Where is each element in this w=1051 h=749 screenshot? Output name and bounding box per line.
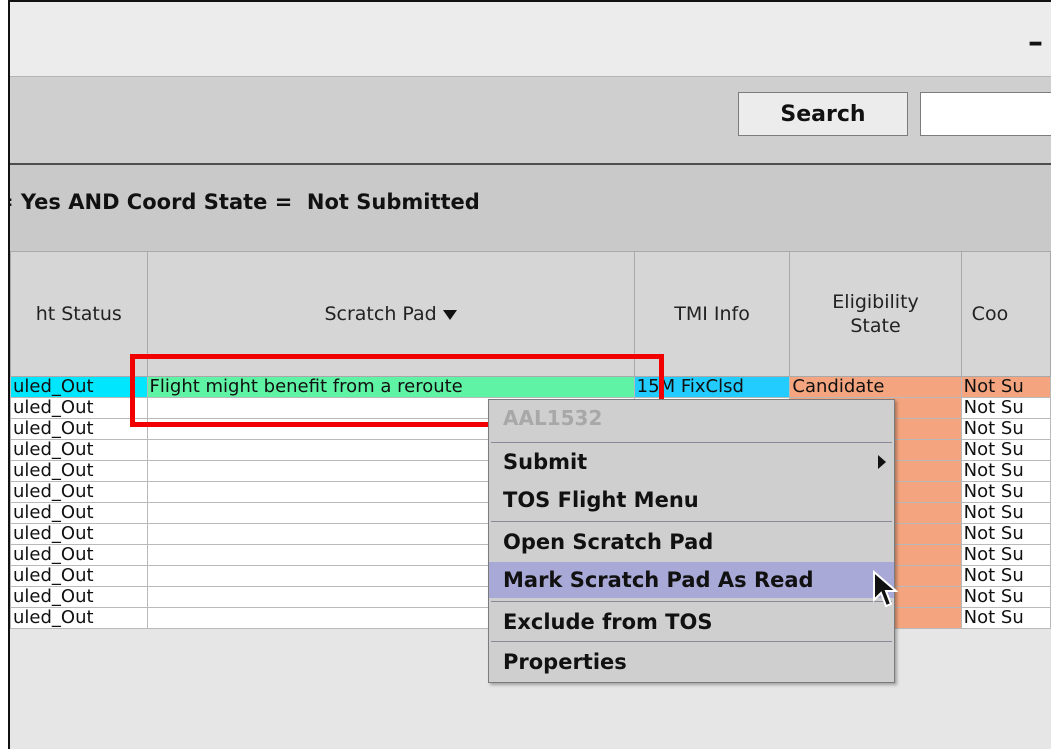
column-header-status[interactable]: ht Status: [10, 251, 148, 377]
column-header-eligibility-state[interactable]: Eligibility State: [789, 251, 962, 377]
column-header-coord[interactable]: Coo: [960, 251, 1051, 377]
cell-flight-status[interactable]: uled_Out: [10, 397, 148, 419]
cell-flight-status[interactable]: uled_Out: [10, 544, 148, 566]
cell-coord-state[interactable]: Not Su: [960, 397, 1051, 419]
cell-coord-state[interactable]: Not Su: [960, 502, 1051, 524]
cell-flight-status[interactable]: uled_Out: [10, 607, 148, 629]
filter-text: = Yes AND Coord State = Not Submitted: [8, 190, 480, 214]
cell-coord-state[interactable]: Not Su: [960, 376, 1051, 398]
column-header-label: Coo: [971, 303, 1009, 325]
menu-item-label: Submit: [503, 450, 588, 474]
cell-flight-status[interactable]: uled_Out: [10, 565, 148, 587]
column-header-label: Scratch Pad: [324, 303, 437, 325]
menu-item-label: Exclude from TOS: [503, 610, 713, 634]
cell-flight-status[interactable]: uled_Out: [10, 460, 148, 482]
cell-eligibility-state[interactable]: Candidate: [789, 376, 962, 398]
cell-flight-status[interactable]: uled_Out: [10, 523, 148, 545]
cell-coord-state[interactable]: Not Su: [960, 586, 1051, 608]
cell-flight-status[interactable]: uled_Out: [10, 502, 148, 524]
cell-coord-state[interactable]: Not Su: [960, 439, 1051, 461]
minimize-button[interactable]: –: [1028, 28, 1043, 58]
sort-descending-icon: [442, 309, 457, 320]
cell-coord-state[interactable]: Not Su: [960, 523, 1051, 545]
cell-coord-state[interactable]: Not Su: [960, 481, 1051, 503]
menu-item-mark-scratch-pad-as-read[interactable]: Mark Scratch Pad As Read: [489, 562, 894, 598]
search-button[interactable]: Search: [738, 92, 908, 136]
context-menu: AAL1532 Submit TOS Flight Menu Open Scra…: [488, 399, 895, 683]
cell-flight-status[interactable]: uled_Out: [10, 481, 148, 503]
menu-item-label: Open Scratch Pad: [503, 530, 714, 554]
column-header-label: TMI Info: [674, 303, 750, 325]
chevron-right-icon: [878, 455, 886, 469]
menu-item-label: Properties: [503, 650, 627, 674]
cell-coord-state[interactable]: Not Su: [960, 460, 1051, 482]
cell-flight-status[interactable]: uled_Out: [10, 586, 148, 608]
toolbar: Search: [10, 77, 1051, 165]
menu-item-exclude-from-tos[interactable]: Exclude from TOS: [489, 604, 894, 640]
menu-separator: [491, 521, 892, 522]
cell-flight-status[interactable]: uled_Out: [10, 376, 148, 398]
menu-item-label: TOS Flight Menu: [503, 488, 699, 512]
menu-item-tos-flight-menu[interactable]: TOS Flight Menu: [489, 482, 894, 518]
menu-separator: [491, 641, 892, 642]
application-window: – Search = Yes AND Coord State = Not Sub…: [8, 0, 1051, 749]
context-menu-flight-id: AAL1532: [503, 406, 603, 430]
menu-item-open-scratch-pad[interactable]: Open Scratch Pad: [489, 524, 894, 560]
cell-coord-state[interactable]: Not Su: [960, 418, 1051, 440]
menu-item-label: Mark Scratch Pad As Read: [503, 568, 814, 592]
mouse-pointer-icon: [873, 570, 898, 608]
filter-bar: = Yes AND Coord State = Not Submitted: [10, 165, 1051, 251]
search-input[interactable]: [920, 92, 1051, 136]
menu-separator: [491, 601, 892, 602]
cell-coord-state[interactable]: Not Su: [960, 565, 1051, 587]
column-header-label: ht Status: [35, 303, 122, 325]
cell-flight-status[interactable]: uled_Out: [10, 439, 148, 461]
cell-coord-state[interactable]: Not Su: [960, 544, 1051, 566]
cell-flight-status[interactable]: uled_Out: [10, 418, 148, 440]
menu-item-properties[interactable]: Properties: [489, 644, 894, 680]
menu-item-submit[interactable]: Submit: [489, 444, 894, 480]
column-header-label: Eligibility State: [832, 291, 919, 337]
cell-coord-state[interactable]: Not Su: [960, 607, 1051, 629]
window-titlebar: –: [10, 2, 1051, 77]
menu-separator: [491, 442, 892, 443]
